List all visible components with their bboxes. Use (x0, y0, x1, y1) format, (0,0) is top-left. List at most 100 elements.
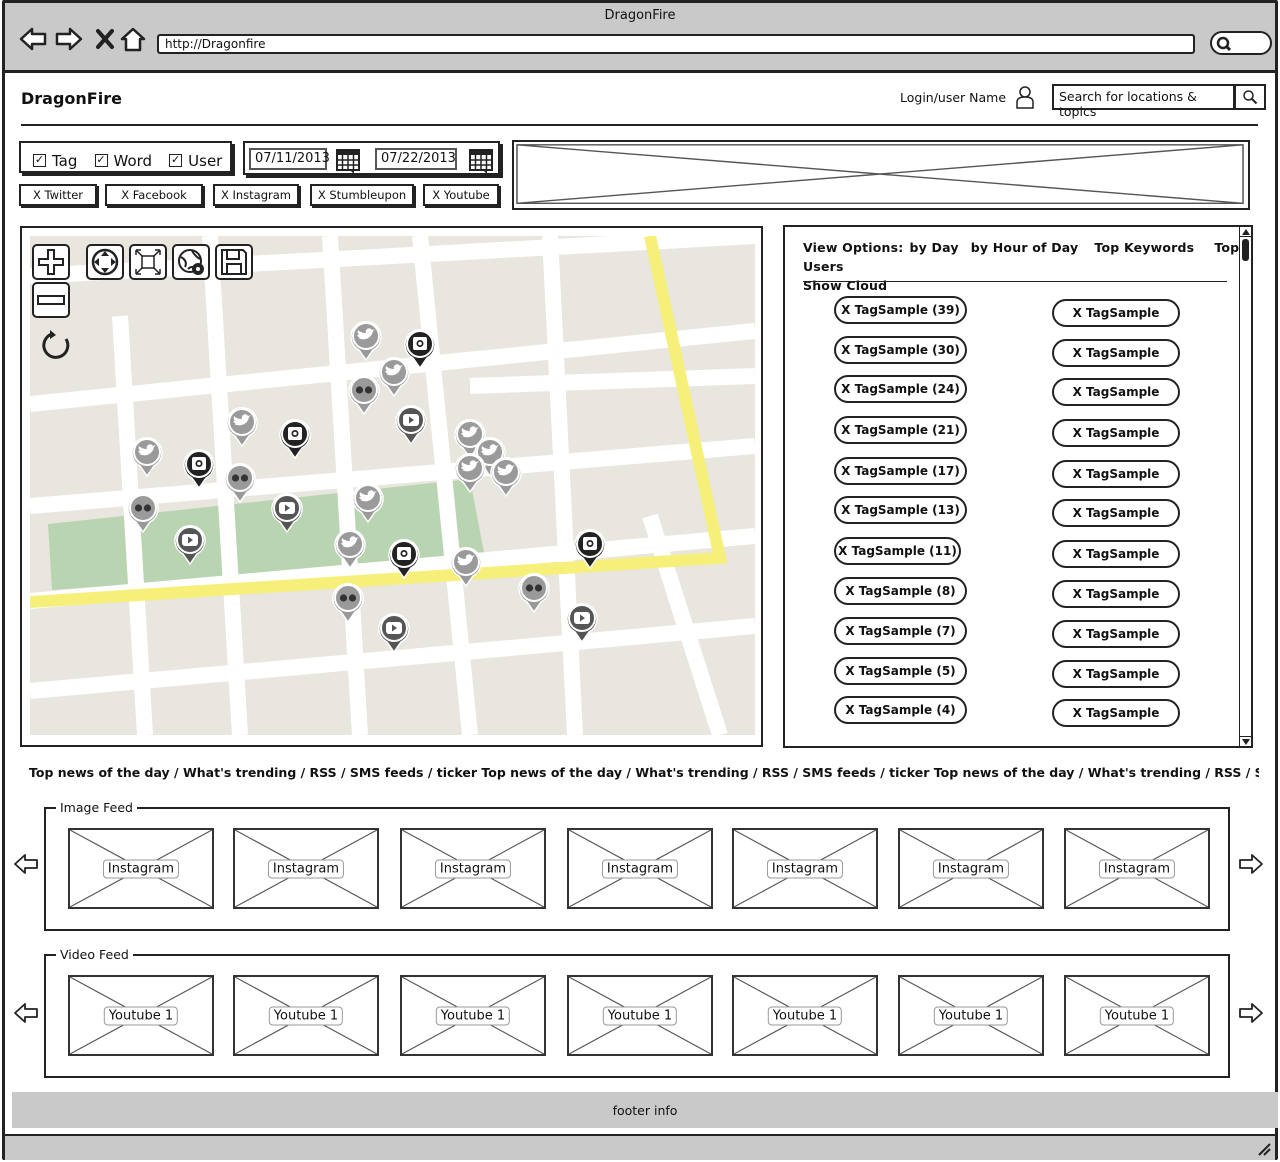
date-to-input[interactable]: 07/22/2013 (375, 148, 457, 170)
tag-chip[interactable]: X TagSample (1052, 460, 1180, 488)
calendar-icon[interactable] (336, 148, 360, 178)
tag-chip[interactable]: X TagSample (5) (834, 657, 967, 685)
map-pin-instagram-icon[interactable] (386, 536, 422, 580)
fullscreen-button[interactable] (129, 244, 167, 280)
map-pin-youtube-icon[interactable] (564, 600, 600, 644)
image-feed-item-thumbnail[interactable]: Instagram (1064, 828, 1210, 909)
map-pin-instagram-icon[interactable] (572, 526, 608, 570)
map-pin-flickr-icon[interactable] (222, 460, 258, 504)
video-feed-item-thumbnail[interactable]: Youtube 1 (400, 975, 546, 1056)
globe-settings-button[interactable] (172, 244, 210, 280)
view-option-by-hour[interactable]: by Hour of Day (971, 240, 1079, 255)
news-ticker[interactable]: Top news of the day / What's trending / … (29, 765, 1259, 780)
source-chip-instagram[interactable]: X Instagram (213, 184, 299, 206)
tag-chip[interactable]: X TagSample (21) (834, 416, 967, 444)
video-feed-item-thumbnail[interactable]: Youtube 1 (898, 975, 1044, 1056)
back-icon[interactable] (19, 25, 47, 53)
map-pin-youtube-icon[interactable] (393, 402, 429, 446)
map-pin-twitter-icon[interactable] (448, 544, 484, 588)
video-feed-item-thumbnail[interactable]: Youtube 1 (233, 975, 379, 1056)
tag-chip[interactable]: X TagSample (1052, 660, 1180, 688)
map-pin-youtube-icon[interactable] (269, 490, 305, 534)
tag-chip[interactable]: X TagSample (11) (834, 537, 961, 565)
map-pin-twitter-icon[interactable] (129, 434, 165, 478)
map-pin-instagram-icon[interactable] (277, 416, 313, 460)
source-chip-twitter[interactable]: X Twitter (19, 184, 97, 206)
map-pin-flickr-icon[interactable] (330, 580, 366, 624)
tag-chip[interactable]: X TagSample (24) (834, 375, 967, 403)
zoom-out-button[interactable] (32, 282, 70, 318)
video-feed-item-thumbnail[interactable]: Youtube 1 (732, 975, 878, 1056)
map-pin-twitter-icon[interactable] (350, 480, 386, 524)
map-pin-youtube-icon[interactable] (376, 610, 412, 654)
address-bar[interactable]: http://Dragonfire (157, 34, 1195, 54)
checkbox-tag[interactable]: ✓ Tag (33, 152, 77, 170)
checkbox-box[interactable]: ✓ (94, 154, 108, 167)
tag-chip[interactable]: X TagSample (1052, 580, 1180, 608)
tag-chip[interactable]: X TagSample (1052, 299, 1180, 327)
zoom-in-button[interactable] (32, 244, 70, 280)
image-feed-item-thumbnail[interactable]: Instagram (898, 828, 1044, 909)
checkbox-box[interactable]: ✓ (33, 154, 46, 167)
date-from-input[interactable]: 07/11/2013 (249, 148, 330, 170)
map-pin-flickr-icon[interactable] (125, 490, 161, 534)
map-pin-flickr-icon[interactable] (346, 372, 382, 416)
tag-chip[interactable]: X TagSample (1052, 419, 1180, 447)
map-pin-flickr-icon[interactable] (516, 570, 552, 614)
view-option-top-keywords[interactable]: Top Keywords (1094, 240, 1194, 255)
video-feed-next-icon[interactable] (1238, 1002, 1264, 1029)
tag-chip[interactable]: X TagSample (1052, 699, 1180, 727)
login-link[interactable]: Login/user Name (900, 90, 1006, 105)
save-map-button[interactable] (215, 244, 253, 280)
search-button[interactable] (1234, 84, 1266, 110)
image-feed-next-icon[interactable] (1238, 853, 1264, 880)
refresh-icon[interactable] (40, 328, 74, 366)
tag-chip[interactable]: X TagSample (1052, 499, 1180, 527)
map-pin-twitter-icon[interactable] (452, 450, 488, 494)
scroll-down-icon[interactable] (1240, 736, 1251, 746)
forward-icon[interactable] (55, 25, 83, 53)
video-feed-prev-icon[interactable] (13, 1002, 39, 1029)
tag-chip[interactable]: X TagSample (7) (834, 617, 967, 645)
image-feed-item-thumbnail[interactable]: Instagram (233, 828, 379, 909)
resize-grip-icon[interactable] (1257, 1142, 1271, 1156)
tag-chip[interactable]: X TagSample (17) (834, 457, 967, 485)
map-view[interactable] (30, 236, 755, 735)
tag-chip[interactable]: X TagSample (13) (834, 496, 967, 524)
image-feed-item-thumbnail[interactable]: Instagram (567, 828, 713, 909)
map-pin-twitter-icon[interactable] (488, 454, 524, 498)
tag-chip[interactable]: X TagSample (8) (834, 577, 967, 605)
map-pin-twitter-icon[interactable] (332, 526, 368, 570)
checkbox-word[interactable]: ✓ Word (94, 152, 152, 170)
image-feed-item-thumbnail[interactable]: Instagram (732, 828, 878, 909)
image-feed-item-thumbnail[interactable]: Instagram (68, 828, 214, 909)
checkbox-user[interactable]: ✓ User (169, 152, 222, 170)
tag-chip[interactable]: X TagSample (1052, 339, 1180, 367)
scroll-up-icon[interactable] (1240, 227, 1251, 237)
image-feed-prev-icon[interactable] (13, 853, 39, 880)
source-chip-facebook[interactable]: X Facebook (105, 184, 203, 206)
calendar-icon[interactable] (469, 148, 493, 178)
video-feed-item-thumbnail[interactable]: Youtube 1 (1064, 975, 1210, 1056)
video-feed-item-thumbnail[interactable]: Youtube 1 (68, 975, 214, 1056)
tag-chip[interactable]: X TagSample (1052, 620, 1180, 648)
image-feed-item-thumbnail[interactable]: Instagram (400, 828, 546, 909)
tag-chip[interactable]: X TagSample (1052, 378, 1180, 406)
map-pin-youtube-icon[interactable] (172, 522, 208, 566)
tag-chip[interactable]: X TagSample (4) (834, 696, 967, 724)
tag-chip[interactable]: X TagSample (39) (834, 296, 967, 324)
search-input[interactable]: Search for locations & topics (1052, 84, 1235, 119)
map-pin-twitter-icon[interactable] (224, 404, 260, 448)
tag-panel-scrollbar[interactable] (1239, 227, 1251, 746)
pan-button[interactable] (86, 244, 124, 280)
map-pin-instagram-icon[interactable] (181, 446, 217, 490)
stop-icon[interactable] (91, 25, 119, 53)
browser-search-field[interactable] (1210, 31, 1272, 55)
scroll-thumb[interactable] (1242, 239, 1249, 261)
tag-chip[interactable]: X TagSample (1052, 540, 1180, 568)
checkbox-box[interactable]: ✓ (169, 154, 183, 167)
view-option-by-day[interactable]: by Day (909, 240, 958, 255)
tag-chip[interactable]: X TagSample (30) (834, 336, 967, 364)
video-feed-item-thumbnail[interactable]: Youtube 1 (567, 975, 713, 1056)
home-icon[interactable] (119, 25, 147, 53)
